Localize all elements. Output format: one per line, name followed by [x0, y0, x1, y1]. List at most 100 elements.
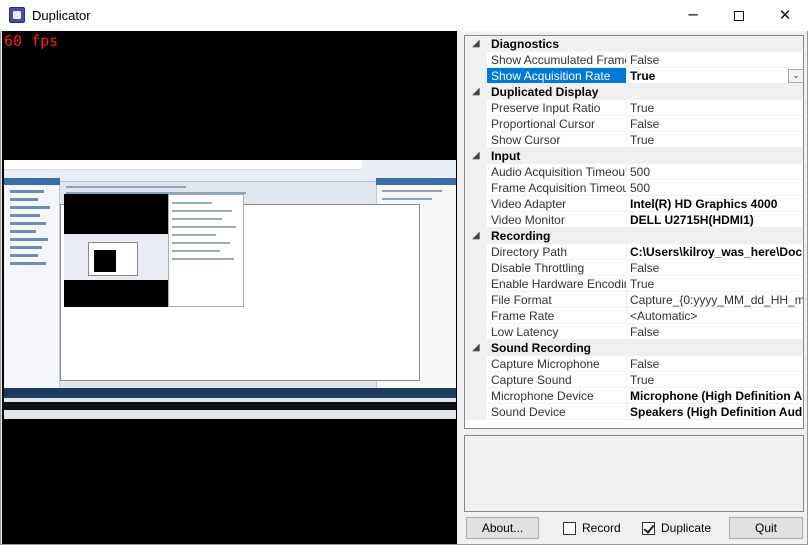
- duplicated-display-preview: 60 fps: [2, 31, 457, 544]
- maximize-icon: [734, 10, 744, 21]
- property-value[interactable]: Intel(R) HD Graphics 4000: [627, 196, 803, 212]
- property-row[interactable]: Audio Acquisition Timeout 500: [465, 164, 803, 180]
- category-label: Recording: [491, 229, 551, 243]
- property-value[interactable]: True: [627, 132, 803, 148]
- property-row[interactable]: Show Acquisition Rate True ⌄: [465, 68, 803, 84]
- property-value[interactable]: 500: [627, 164, 803, 180]
- property-name[interactable]: Audio Acquisition Timeout: [487, 164, 627, 180]
- property-row[interactable]: Microphone Device Microphone (High Defini…: [465, 388, 803, 404]
- minimize-button[interactable]: ─: [670, 0, 716, 30]
- property-row[interactable]: Frame Rate <Automatic>: [465, 308, 803, 324]
- property-name[interactable]: File Format: [487, 292, 627, 308]
- property-name[interactable]: Show Acquisition Rate: [487, 68, 627, 84]
- property-name[interactable]: Video Adapter: [487, 196, 627, 212]
- property-row[interactable]: Capture Microphone False: [465, 356, 803, 372]
- property-name[interactable]: Low Latency: [487, 324, 627, 340]
- property-name[interactable]: Show Accumulated Frames: [487, 52, 627, 68]
- property-name[interactable]: Sound Device: [487, 404, 627, 420]
- collapse-arrow-icon[interactable]: ◢: [472, 148, 484, 164]
- property-value[interactable]: DELL U2715H(HDMI1): [627, 212, 803, 228]
- property-value[interactable]: True: [627, 100, 803, 116]
- row-gutter: [465, 404, 487, 420]
- property-row[interactable]: Video Adapter Intel(R) HD Graphics 4000: [465, 196, 803, 212]
- property-row[interactable]: Capture Sound True: [465, 372, 803, 388]
- row-gutter: [465, 260, 487, 276]
- property-value[interactable]: False: [627, 324, 803, 340]
- property-value[interactable]: Speakers (High Definition Audi: [627, 404, 803, 420]
- duplicate-checkbox[interactable]: Duplicate: [642, 520, 722, 536]
- property-row[interactable]: Disable Throttling False: [465, 260, 803, 276]
- window-title: Duplicator: [32, 8, 91, 23]
- property-row[interactable]: Preserve Input Ratio True: [465, 100, 803, 116]
- screen-capture-image: [4, 160, 456, 419]
- collapse-arrow-icon[interactable]: ◢: [472, 228, 484, 244]
- property-value[interactable]: Capture_{0:yyyy_MM_dd_HH_mm_s: [627, 292, 803, 308]
- row-gutter: [465, 372, 487, 388]
- property-name[interactable]: Enable Hardware Encoding: [487, 276, 627, 292]
- collapse-arrow-icon[interactable]: ◢: [472, 36, 484, 52]
- property-value[interactable]: True: [627, 68, 803, 84]
- maximize-button[interactable]: [716, 0, 762, 30]
- property-row[interactable]: Frame Acquisition Timeout 500: [465, 180, 803, 196]
- property-value[interactable]: <Automatic>: [627, 308, 803, 324]
- close-button[interactable]: ✕: [762, 0, 808, 30]
- row-gutter: [465, 180, 487, 196]
- category-input[interactable]: ◢ Input: [465, 148, 803, 164]
- quit-button[interactable]: Quit: [729, 517, 803, 539]
- property-value[interactable]: False: [627, 52, 803, 68]
- category-sound-recording[interactable]: ◢ Sound Recording: [465, 340, 803, 356]
- property-value[interactable]: Microphone (High Definition Au: [627, 388, 803, 404]
- category-label: Diagnostics: [491, 37, 560, 51]
- property-description-pane: [464, 435, 804, 512]
- row-gutter: [465, 292, 487, 308]
- property-name[interactable]: Capture Sound: [487, 372, 627, 388]
- window-body: 60 fps ◢ Diagnostics Show Accumulated Fr…: [0, 31, 808, 545]
- property-name[interactable]: Proportional Cursor: [487, 116, 627, 132]
- row-gutter: [465, 116, 487, 132]
- property-value[interactable]: True: [627, 276, 803, 292]
- property-value[interactable]: 500: [627, 180, 803, 196]
- row-gutter: [465, 52, 487, 68]
- collapse-arrow-icon[interactable]: ◢: [472, 84, 484, 100]
- property-name[interactable]: Microphone Device: [487, 388, 627, 404]
- property-row[interactable]: Sound Device Speakers (High Definition Au…: [465, 404, 803, 420]
- property-name[interactable]: Capture Microphone: [487, 356, 627, 372]
- property-value[interactable]: False: [627, 356, 803, 372]
- about-button[interactable]: About...: [466, 517, 539, 539]
- row-gutter: [465, 100, 487, 116]
- property-name[interactable]: Show Cursor: [487, 132, 627, 148]
- property-row[interactable]: Show Accumulated Frames False: [465, 52, 803, 68]
- property-value[interactable]: False: [627, 260, 803, 276]
- category-recording[interactable]: ◢ Recording: [465, 228, 803, 244]
- property-row[interactable]: Directory Path C:\Users\kilroy_was_here\D…: [465, 244, 803, 260]
- row-gutter: [465, 388, 487, 404]
- title-bar: Duplicator ─ ✕: [0, 0, 808, 31]
- record-checkbox[interactable]: Record: [563, 520, 633, 536]
- property-row[interactable]: Enable Hardware Encoding True: [465, 276, 803, 292]
- category-label: Duplicated Display: [491, 85, 599, 99]
- row-gutter: [465, 276, 487, 292]
- property-row[interactable]: Low Latency False: [465, 324, 803, 340]
- property-row[interactable]: Video Monitor DELL U2715H(HDMI1): [465, 212, 803, 228]
- property-name[interactable]: Directory Path: [487, 244, 627, 260]
- property-name[interactable]: Frame Acquisition Timeout: [487, 180, 627, 196]
- property-name[interactable]: Disable Throttling: [487, 260, 627, 276]
- category-diagnostics[interactable]: ◢ Diagnostics: [465, 36, 803, 52]
- property-name[interactable]: Video Monitor: [487, 212, 627, 228]
- property-row[interactable]: Show Cursor True: [465, 132, 803, 148]
- property-grid[interactable]: ◢ Diagnostics Show Accumulated Frames False…: [464, 35, 804, 429]
- row-gutter: [465, 164, 487, 180]
- collapse-arrow-icon[interactable]: ◢: [472, 340, 484, 356]
- category-duplicated-display[interactable]: ◢ Duplicated Display: [465, 84, 803, 100]
- duplicate-checkbox-box[interactable]: [642, 522, 655, 535]
- record-checkbox-box[interactable]: [563, 522, 576, 535]
- property-name[interactable]: Preserve Input Ratio: [487, 100, 627, 116]
- property-row[interactable]: Proportional Cursor False: [465, 116, 803, 132]
- property-name[interactable]: Frame Rate: [487, 308, 627, 324]
- record-label: Record: [582, 521, 621, 535]
- property-value[interactable]: C:\Users\kilroy_was_here\Doc: [627, 244, 803, 260]
- property-value[interactable]: False: [627, 116, 803, 132]
- property-value[interactable]: True: [627, 372, 803, 388]
- property-row[interactable]: File FormatCapture_{0:yyyy_MM_dd_HH_mm_s: [465, 292, 803, 308]
- dropdown-button[interactable]: ⌄: [788, 69, 803, 83]
